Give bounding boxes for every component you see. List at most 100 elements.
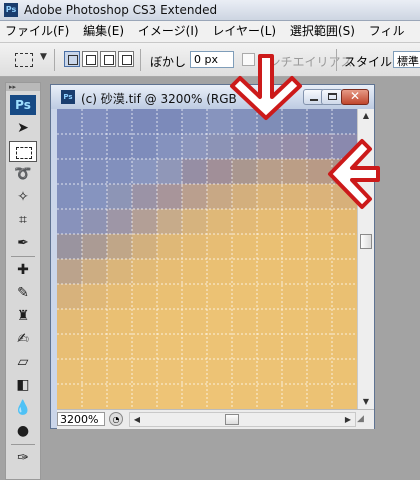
gradient-tool-icon[interactable]: ◧ bbox=[9, 375, 37, 396]
scroll-right-arrow-icon[interactable]: ▶ bbox=[341, 413, 355, 426]
rectangular-marquee-preset-icon[interactable] bbox=[15, 53, 33, 67]
photoshop-logo[interactable]: Ps bbox=[10, 95, 36, 115]
add-to-selection-button[interactable] bbox=[82, 51, 98, 67]
move-tool-icon[interactable]: ➤ bbox=[9, 118, 37, 139]
menu-file[interactable]: ファイル(F) bbox=[0, 21, 74, 41]
pixel-cell bbox=[132, 334, 158, 360]
photoshop-app-icon: Ps bbox=[4, 3, 18, 17]
pixel-cell bbox=[132, 384, 158, 409]
pixel-cell bbox=[182, 334, 208, 360]
image-canvas[interactable] bbox=[57, 109, 357, 409]
pixel-cell bbox=[207, 209, 233, 235]
vertical-scroll-thumb[interactable] bbox=[360, 234, 372, 249]
pixel-cell bbox=[182, 184, 208, 210]
pixel-cell bbox=[107, 134, 133, 160]
maximize-button[interactable] bbox=[321, 89, 343, 105]
eyedropper-tool-icon[interactable]: ✒ bbox=[9, 233, 37, 254]
pixel-cell bbox=[232, 309, 258, 335]
healing-brush-tool-icon[interactable]: ✚ bbox=[9, 260, 37, 281]
pixel-cell bbox=[182, 109, 208, 135]
close-icon: ✕ bbox=[349, 89, 361, 103]
antialias-label: アンチエイリアス bbox=[257, 55, 353, 69]
resize-grip-icon[interactable]: ◢ bbox=[357, 414, 369, 426]
pixel-cell bbox=[257, 184, 283, 210]
pixel-cell bbox=[207, 259, 233, 285]
pixel-cell bbox=[57, 159, 83, 185]
dodge-tool-icon[interactable]: ● bbox=[9, 421, 37, 442]
intersect-selection-button[interactable] bbox=[118, 51, 134, 67]
eraser-tool-icon[interactable]: ▱ bbox=[9, 352, 37, 373]
pixel-cell bbox=[332, 159, 357, 185]
menu-select[interactable]: 選択範囲(S) bbox=[285, 21, 360, 41]
pixel-cell bbox=[207, 284, 233, 310]
pixel-cell bbox=[107, 209, 133, 235]
pixel-cell bbox=[332, 384, 357, 409]
pixel-cell bbox=[307, 284, 333, 310]
document-title-bar[interactable]: Ps (c) 砂漠.tif @ 3200% (RGB ✕ bbox=[51, 85, 374, 109]
pixel-cell bbox=[207, 184, 233, 210]
pixel-cell bbox=[282, 284, 308, 310]
pixel-cell bbox=[332, 259, 357, 285]
pixel-cell bbox=[282, 159, 308, 185]
pixel-cell bbox=[132, 234, 158, 260]
pixel-cell bbox=[232, 359, 258, 385]
history-brush-tool-icon[interactable]: ✍ bbox=[9, 329, 37, 350]
pixel-cell bbox=[232, 259, 258, 285]
menu-filter[interactable]: フィル bbox=[364, 21, 410, 41]
pen-tool-icon[interactable]: ✑ bbox=[9, 448, 37, 469]
zoom-level-field[interactable]: 3200% bbox=[57, 412, 105, 426]
pixel-cell bbox=[132, 259, 158, 285]
blur-tool-icon[interactable]: 💧 bbox=[9, 398, 37, 419]
pixel-cell bbox=[182, 359, 208, 385]
pixel-cell bbox=[82, 309, 108, 335]
scroll-up-arrow-icon[interactable]: ▲ bbox=[358, 109, 374, 123]
antialias-checkbox[interactable] bbox=[242, 53, 255, 66]
toolbox-collapse-icon[interactable]: ▸▸ bbox=[6, 83, 40, 91]
style-label: スタイル : bbox=[344, 55, 400, 69]
toolbox: ▸▸ Ps ➤ ➰ ✧ ⌗ ✒ ✚ ✎ ♜ ✍ ▱ ◧ 💧 ● ✑ bbox=[5, 82, 41, 480]
horizontal-scrollbar[interactable]: ◀ ▶ bbox=[129, 412, 356, 427]
pixel-cell bbox=[332, 334, 357, 360]
document-title: (c) 砂漠.tif @ 3200% (RGB bbox=[81, 92, 237, 106]
pixel-cell bbox=[182, 159, 208, 185]
pixel-cell bbox=[207, 159, 233, 185]
menu-layer[interactable]: レイヤー(L) bbox=[207, 21, 281, 41]
vertical-scrollbar[interactable]: ▲ ▼ bbox=[357, 109, 374, 409]
pixel-cell bbox=[182, 209, 208, 235]
pixel-cell bbox=[132, 109, 158, 135]
status-info-icon[interactable]: ◔ bbox=[109, 412, 123, 426]
pixel-cell bbox=[157, 284, 183, 310]
scroll-left-arrow-icon[interactable]: ◀ bbox=[130, 413, 144, 426]
pixel-cell bbox=[332, 309, 357, 335]
clone-stamp-tool-icon[interactable]: ♜ bbox=[9, 306, 37, 327]
subtract-from-selection-button[interactable] bbox=[100, 51, 116, 67]
pixel-cell bbox=[232, 159, 258, 185]
menu-edit[interactable]: 編集(E) bbox=[78, 21, 129, 41]
pixel-cell bbox=[207, 309, 233, 335]
pixel-cell bbox=[307, 309, 333, 335]
toolbox-divider bbox=[11, 444, 35, 445]
preset-dropdown-arrow-icon[interactable]: ▼ bbox=[40, 52, 47, 62]
options-divider bbox=[140, 49, 141, 71]
style-select[interactable]: 標準 bbox=[393, 51, 420, 68]
scroll-down-arrow-icon[interactable]: ▼ bbox=[358, 395, 374, 409]
menu-image[interactable]: イメージ(I) bbox=[133, 21, 204, 41]
pixel-cell bbox=[107, 184, 133, 210]
new-selection-button[interactable] bbox=[64, 51, 80, 67]
title-bar: Ps Adobe Photoshop CS3 Extended bbox=[0, 0, 420, 21]
pixel-cell bbox=[157, 184, 183, 210]
pixel-cell bbox=[282, 109, 308, 135]
lasso-tool-icon[interactable]: ➰ bbox=[9, 164, 37, 185]
crop-tool-icon[interactable]: ⌗ bbox=[9, 210, 37, 231]
pixel-cell bbox=[107, 384, 133, 409]
pixel-cell bbox=[282, 184, 308, 210]
pixel-cell bbox=[282, 309, 308, 335]
close-button[interactable]: ✕ bbox=[341, 89, 369, 105]
rectangular-marquee-tool-icon[interactable] bbox=[9, 141, 37, 162]
pixel-cell bbox=[157, 109, 183, 135]
pixel-cell bbox=[232, 384, 258, 409]
horizontal-scroll-thumb[interactable] bbox=[225, 414, 239, 425]
feather-input[interactable] bbox=[190, 51, 234, 68]
brush-tool-icon[interactable]: ✎ bbox=[9, 283, 37, 304]
magic-wand-tool-icon[interactable]: ✧ bbox=[9, 187, 37, 208]
